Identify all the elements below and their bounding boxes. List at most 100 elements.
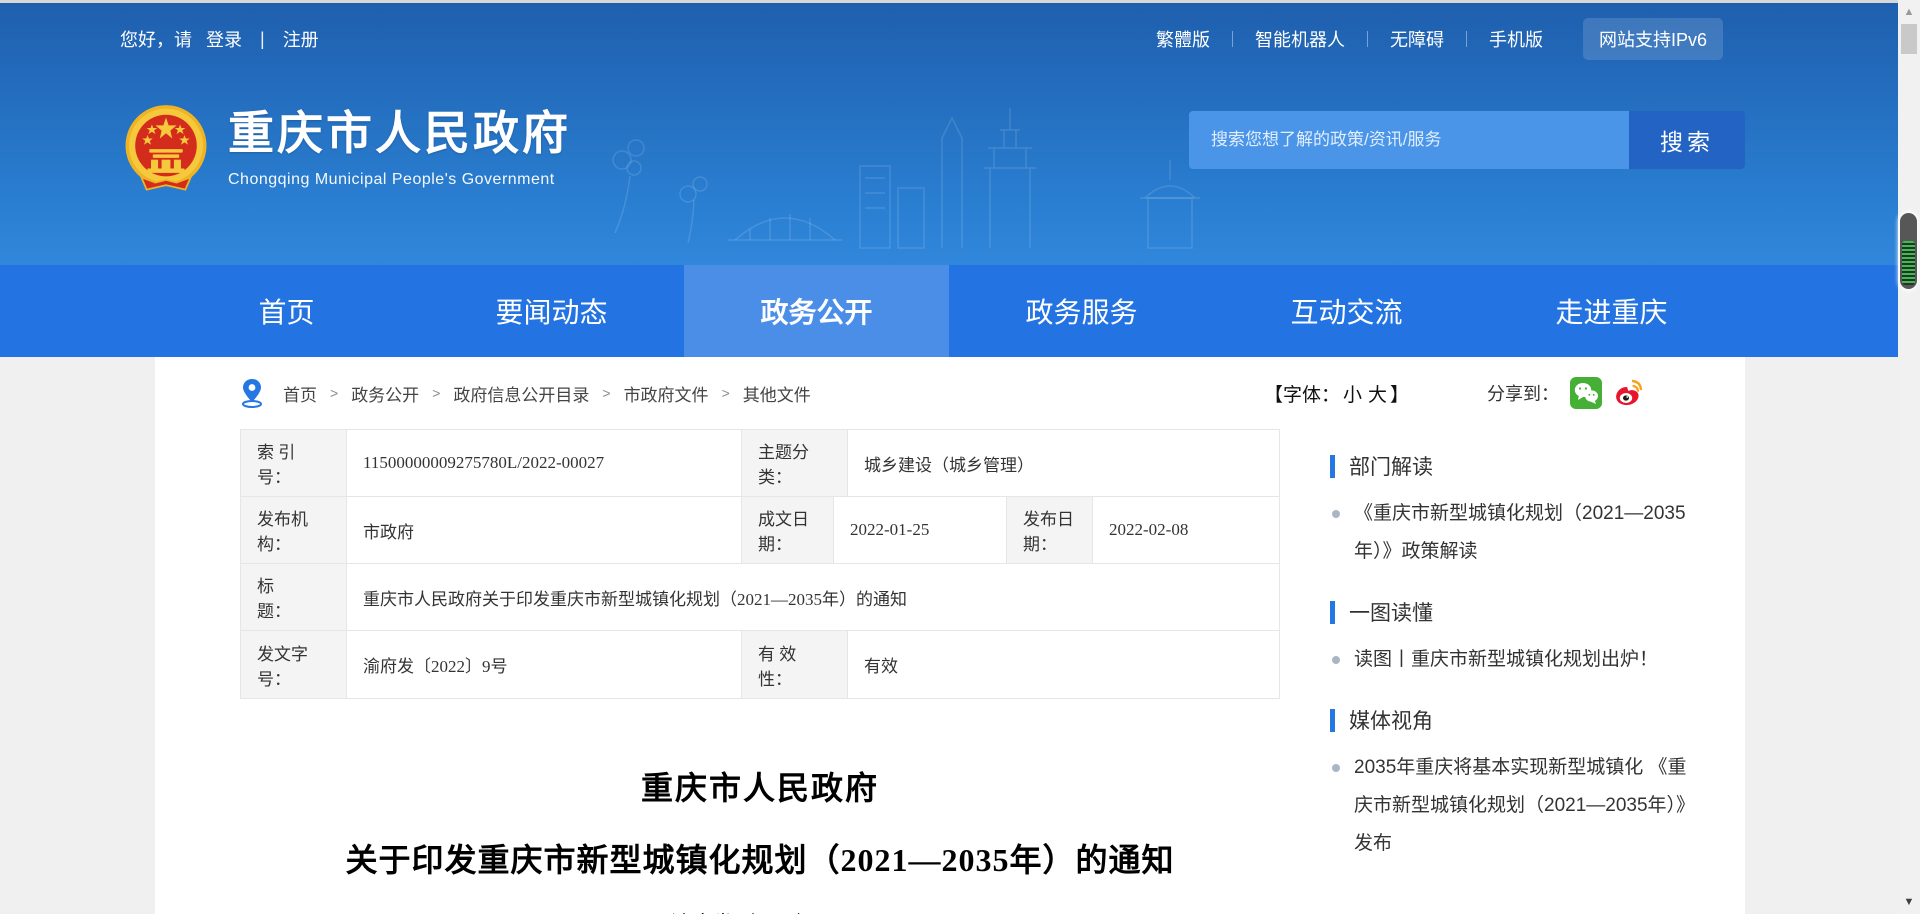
sidebar-section-media-view: 媒体视角 2035年重庆将基本实现新型城镇化 《重庆市新型城镇化规划（2021—…	[1330, 705, 1700, 863]
nav-item-gov-services[interactable]: 政务服务	[949, 265, 1214, 357]
breadcrumb-city-gov-docs[interactable]: 市政府文件	[624, 381, 709, 406]
login-register-separator: |	[260, 29, 265, 50]
site-subtitle: Chongqing Municipal People's Government	[228, 171, 571, 189]
validity-value: 有效	[848, 631, 1279, 698]
section-accent-bar	[1330, 601, 1335, 624]
search-button[interactable]: 搜索	[1629, 111, 1745, 169]
meta-row-1: 索 引 号： 11500000009275780L/2022-00027 主题分…	[241, 430, 1279, 497]
scrollbar-thumb[interactable]	[1901, 24, 1917, 54]
register-link[interactable]: 注册	[283, 26, 319, 52]
nav-item-home[interactable]: 首页	[154, 265, 419, 357]
breadcrumb-separator: >	[602, 385, 610, 401]
meta-row-4: 发文字号： 渝府发〔2022〕9号 有 效 性： 有效	[241, 631, 1279, 698]
nav-item-about-chongqing[interactable]: 走进重庆	[1479, 265, 1744, 357]
scroll-down-arrow[interactable]: ▼	[1898, 892, 1920, 912]
doc-number-value: 渝府发〔2022〕9号	[347, 631, 742, 698]
breadcrumb-other-docs[interactable]: 其他文件	[743, 381, 811, 406]
scroll-up-arrow[interactable]: ▲	[1898, 2, 1920, 22]
document-column: 索 引 号： 11500000009275780L/2022-00027 主题分…	[240, 429, 1280, 914]
meta-row-3: 标 题： 重庆市人民政府关于印发重庆市新型城镇化规划（2021—2035年）的通…	[241, 564, 1279, 631]
primary-navigation: 首页 要闻动态 政务公开 政务服务 互动交流 走进重庆	[0, 265, 1898, 357]
font-size-control: 【字体：小大】	[1264, 380, 1409, 407]
weibo-share-icon[interactable]	[1613, 377, 1645, 409]
vertical-scrollbar[interactable]: ▲ ▼	[1898, 0, 1920, 914]
nav-item-interaction[interactable]: 互动交流	[1214, 265, 1479, 357]
subject-category-label: 主题分类：	[742, 430, 848, 496]
index-number-label: 索 引 号：	[241, 430, 347, 496]
main-background: 首页 > 政务公开 > 政府信息公开目录 > 市政府文件 > 其他文件 【字体：…	[0, 357, 1898, 914]
issuing-agency-label: 发布机构：	[241, 497, 347, 563]
validity-label: 有 效 性：	[742, 631, 848, 698]
location-pin-icon	[240, 378, 264, 408]
font-control-prefix: 【字体：	[1264, 385, 1340, 406]
scroll-position-indicator[interactable]	[1900, 213, 1917, 289]
section-header[interactable]: 一图读懂	[1330, 597, 1700, 627]
written-date-label: 成文日期：	[742, 497, 834, 563]
document-number-line: 渝府发〔2022〕9号	[240, 908, 1280, 914]
site-search: 搜索	[1189, 111, 1745, 169]
greeting-text: 您好，请	[120, 26, 192, 52]
section-header[interactable]: 部门解读	[1330, 451, 1700, 481]
sidebar-link-item[interactable]: 读图丨重庆市新型城镇化规划出炉！	[1330, 641, 1700, 679]
section-accent-bar	[1330, 455, 1335, 478]
sidebar-link[interactable]: 《重庆市新型城镇化规划（2021—2035年）》政策解读	[1354, 495, 1700, 571]
breadcrumb-home[interactable]: 首页	[283, 381, 317, 406]
bullet-dot-icon	[1332, 656, 1340, 664]
sidebar-section-one-image: 一图读懂 读图丨重庆市新型城镇化规划出炉！	[1330, 597, 1700, 679]
breadcrumb-separator: >	[330, 385, 338, 401]
meta-row-2: 发布机构： 市政府 成文日期： 2022-01-25 发布日期： 2022-02…	[241, 497, 1279, 564]
doc-title-label: 标 题：	[241, 564, 347, 630]
font-control-suffix: 】	[1390, 385, 1409, 406]
issuing-agency-value: 市政府	[347, 497, 742, 563]
doc-number-label: 发文字号：	[241, 631, 347, 698]
share-label: 分享到：	[1487, 380, 1559, 406]
font-smaller-button[interactable]: 小	[1343, 385, 1362, 406]
share-group: 分享到：	[1487, 377, 1645, 409]
site-header: 您好，请 登录 | 注册 繁體版 智能机器人 无障碍 手机版 网站支持IPv6	[0, 3, 1898, 265]
document-heading: 重庆市人民政府 关于印发重庆市新型城镇化规划（2021—2035年）的通知 渝府…	[240, 763, 1280, 914]
site-title[interactable]: 重庆市人民政府	[228, 97, 571, 163]
breadcrumb: 首页 > 政务公开 > 政府信息公开目录 > 市政府文件 > 其他文件	[240, 378, 1264, 408]
brand-text: 重庆市人民政府 Chongqing Municipal People's Gov…	[228, 97, 571, 189]
utility-links: 繁體版 智能机器人 无障碍 手机版 网站支持IPv6	[1134, 18, 1723, 60]
bullet-dot-icon	[1332, 510, 1340, 518]
national-emblem-logo[interactable]	[122, 103, 210, 197]
sidebar-link-item[interactable]: 《重庆市新型城镇化规划（2021—2035年）》政策解读	[1330, 495, 1700, 571]
traditional-chinese-link[interactable]: 繁體版	[1134, 26, 1232, 52]
section-accent-bar	[1330, 709, 1335, 732]
written-date-value: 2022-01-25	[834, 497, 1007, 563]
window-top-edge	[0, 0, 1920, 3]
doc-title-value: 重庆市人民政府关于印发重庆市新型城镇化规划（2021—2035年）的通知	[347, 564, 1279, 630]
mobile-version-link[interactable]: 手机版	[1467, 26, 1565, 52]
brand-row: 重庆市人民政府 Chongqing Municipal People's Gov…	[0, 75, 1898, 255]
content-columns: 索 引 号： 11500000009275780L/2022-00027 主题分…	[155, 429, 1745, 914]
sidebar-link-item[interactable]: 2035年重庆将基本实现新型城镇化 《重庆市新型城镇化规划（2021—2035年…	[1330, 749, 1700, 863]
breadcrumb-gov-open[interactable]: 政务公开	[351, 381, 419, 406]
nav-item-news[interactable]: 要闻动态	[419, 265, 684, 357]
accessibility-link[interactable]: 无障碍	[1368, 26, 1466, 52]
wechat-share-icon[interactable]	[1570, 377, 1602, 409]
publish-date-value: 2022-02-08	[1093, 497, 1279, 563]
page: 您好，请 登录 | 注册 繁體版 智能机器人 无障碍 手机版 网站支持IPv6	[0, 0, 1920, 914]
breadcrumb-row: 首页 > 政务公开 > 政府信息公开目录 > 市政府文件 > 其他文件 【字体：…	[155, 357, 1745, 429]
account-area: 您好，请 登录 | 注册	[120, 26, 319, 52]
document-title-line: 关于印发重庆市新型城镇化规划（2021—2035年）的通知	[240, 835, 1280, 881]
smart-robot-link[interactable]: 智能机器人	[1233, 26, 1367, 52]
nav-item-gov-affairs-open[interactable]: 政务公开	[684, 265, 949, 357]
ipv6-support-badge[interactable]: 网站支持IPv6	[1583, 18, 1723, 60]
indicator-stripes	[1902, 241, 1915, 285]
search-input[interactable]	[1189, 111, 1629, 169]
login-link[interactable]: 登录	[206, 26, 242, 52]
breadcrumb-info-catalog[interactable]: 政府信息公开目录	[453, 381, 589, 406]
utility-topbar: 您好，请 登录 | 注册 繁體版 智能机器人 无障碍 手机版 网站支持IPv6	[0, 3, 1898, 75]
sidebar-link[interactable]: 2035年重庆将基本实现新型城镇化 《重庆市新型城镇化规划（2021—2035年…	[1354, 749, 1700, 863]
section-title: 媒体视角	[1349, 705, 1433, 735]
nav-inner: 首页 要闻动态 政务公开 政务服务 互动交流 走进重庆	[154, 265, 1744, 357]
content-card: 首页 > 政务公开 > 政府信息公开目录 > 市政府文件 > 其他文件 【字体：…	[155, 357, 1745, 914]
section-header[interactable]: 媒体视角	[1330, 705, 1700, 735]
sidebar-link[interactable]: 读图丨重庆市新型城镇化规划出炉！	[1354, 641, 1658, 679]
subject-category-value: 城乡建设（城乡管理）	[848, 430, 1279, 496]
font-larger-button[interactable]: 大	[1368, 385, 1387, 406]
section-title: 一图读懂	[1349, 597, 1433, 627]
index-number-value: 11500000009275780L/2022-00027	[347, 430, 742, 496]
